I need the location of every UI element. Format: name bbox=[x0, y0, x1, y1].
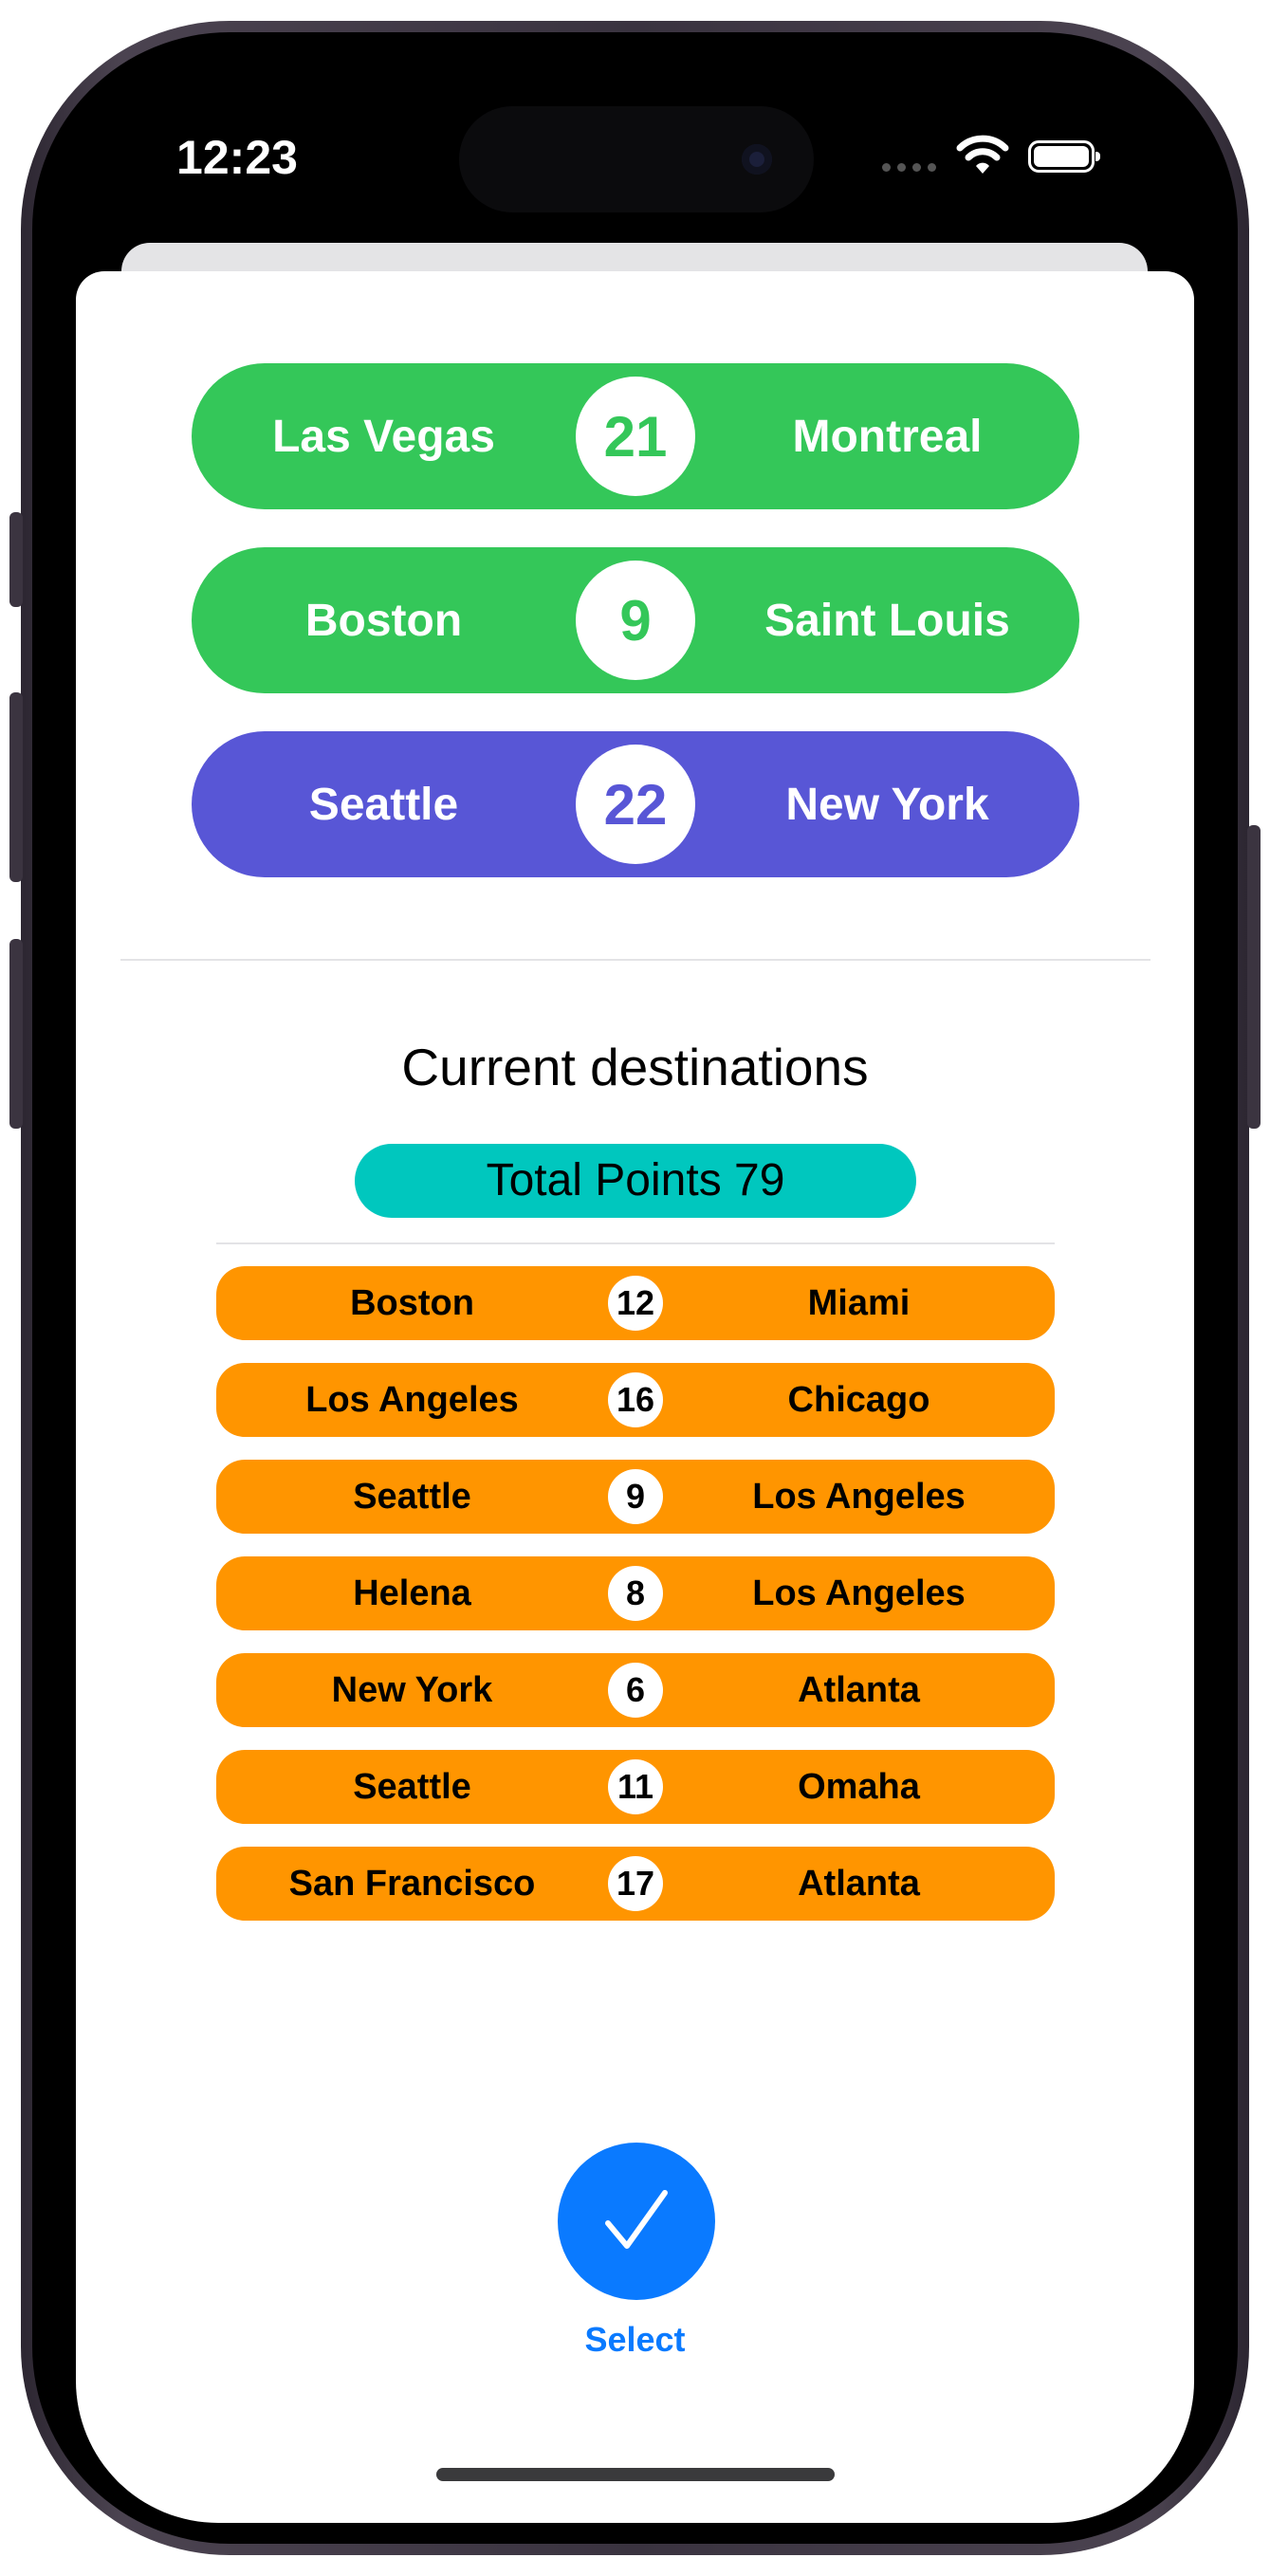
route-option[interactable]: Las Vegas 21 Montreal bbox=[192, 363, 1079, 509]
volume-down-button bbox=[9, 939, 23, 1129]
destination-from: Helena bbox=[353, 1573, 471, 1613]
destination-item: Seattle 9 Los Angeles bbox=[216, 1460, 1055, 1534]
destination-to: Atlanta bbox=[798, 1863, 920, 1904]
destination-points: 17 bbox=[608, 1856, 663, 1911]
destination-from: New York bbox=[331, 1669, 493, 1710]
destination-to: Chicago bbox=[787, 1379, 930, 1420]
destination-points: 16 bbox=[608, 1372, 663, 1427]
cellular-signal-icon bbox=[882, 163, 936, 172]
route-from: Boston bbox=[304, 595, 463, 646]
battery-icon bbox=[1028, 140, 1100, 173]
destination-from: Boston bbox=[350, 1282, 474, 1323]
volume-up-button bbox=[9, 692, 23, 882]
destination-item: Helena 8 Los Angeles bbox=[216, 1556, 1055, 1630]
destination-to: Miami bbox=[807, 1282, 911, 1323]
home-indicator[interactable] bbox=[436, 2468, 835, 2481]
route-option[interactable]: Seattle 22 New York bbox=[192, 731, 1079, 877]
destination-sheet: Las Vegas 21 Montreal Boston 9 Saint Lou… bbox=[76, 271, 1194, 2523]
select-button[interactable] bbox=[558, 2143, 715, 2300]
destination-item: Los Angeles 16 Chicago bbox=[216, 1363, 1055, 1437]
destination-points: 12 bbox=[608, 1276, 663, 1331]
route-points: 21 bbox=[576, 377, 695, 496]
wifi-icon bbox=[956, 135, 1009, 174]
destination-points: 6 bbox=[608, 1663, 663, 1718]
action-button bbox=[9, 512, 23, 607]
route-from: Seattle bbox=[308, 779, 459, 830]
route-points: 9 bbox=[576, 561, 695, 680]
destination-item: San Francisco 17 Atlanta bbox=[216, 1847, 1055, 1921]
route-from: Las Vegas bbox=[272, 411, 495, 462]
destination-from: Los Angeles bbox=[305, 1379, 519, 1420]
destination-to: Los Angeles bbox=[752, 1573, 966, 1613]
destination-from: Seattle bbox=[353, 1766, 471, 1807]
destination-item: New York 6 Atlanta bbox=[216, 1653, 1055, 1727]
destination-item: Seattle 11 Omaha bbox=[216, 1750, 1055, 1824]
route-to: Montreal bbox=[792, 411, 983, 462]
dynamic-island bbox=[459, 106, 814, 212]
destination-from: San Francisco bbox=[288, 1863, 536, 1904]
route-to: New York bbox=[785, 779, 989, 830]
route-points: 22 bbox=[576, 745, 695, 864]
route-option[interactable]: Boston 9 Saint Louis bbox=[192, 547, 1079, 693]
destination-to: Los Angeles bbox=[752, 1476, 966, 1517]
power-button bbox=[1247, 825, 1261, 1129]
status-time: 12:23 bbox=[176, 131, 298, 184]
destination-points: 8 bbox=[608, 1566, 663, 1621]
list-divider bbox=[216, 1242, 1055, 1244]
route-to: Saint Louis bbox=[764, 595, 1010, 646]
section-divider bbox=[120, 959, 1150, 961]
checkmark-icon bbox=[605, 2190, 668, 2249]
destination-points: 9 bbox=[608, 1469, 663, 1524]
total-points-badge: Total Points 79 bbox=[355, 1144, 916, 1218]
select-label[interactable]: Select bbox=[76, 2320, 1194, 2360]
destination-to: Atlanta bbox=[798, 1669, 920, 1710]
camera-lens bbox=[742, 144, 772, 175]
section-title: Current destinations bbox=[401, 1038, 869, 1096]
destination-points: 11 bbox=[608, 1759, 663, 1814]
destination-from: Seattle bbox=[353, 1476, 471, 1517]
destination-to: Omaha bbox=[798, 1766, 920, 1807]
destination-item: Boston 12 Miami bbox=[216, 1266, 1055, 1340]
